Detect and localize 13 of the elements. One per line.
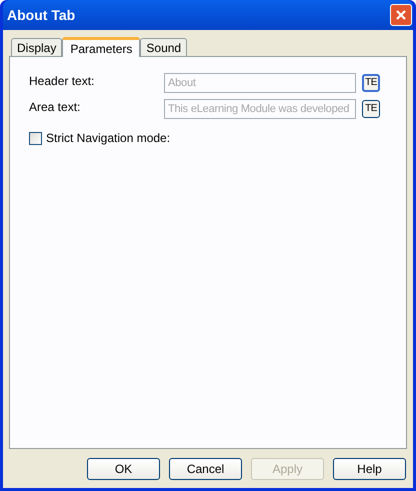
close-button[interactable]	[390, 4, 412, 26]
field-label: Header text:	[29, 73, 96, 90]
tab[interactable]: Sound	[140, 38, 188, 56]
window-title: About Tab	[7, 6, 76, 24]
dialog-button[interactable]: Help	[333, 458, 406, 480]
dialog-button[interactable]: OK	[87, 458, 160, 480]
field-label: Area text:	[29, 99, 82, 116]
checkbox[interactable]	[29, 132, 42, 144]
close-icon	[395, 9, 407, 21]
dialog-button[interactable]: Cancel	[169, 458, 242, 480]
checkbox-label: Strict Navigation mode:	[46, 130, 170, 147]
tab[interactable]: Display	[11, 38, 62, 56]
tab[interactable]: Parameters	[62, 37, 140, 57]
